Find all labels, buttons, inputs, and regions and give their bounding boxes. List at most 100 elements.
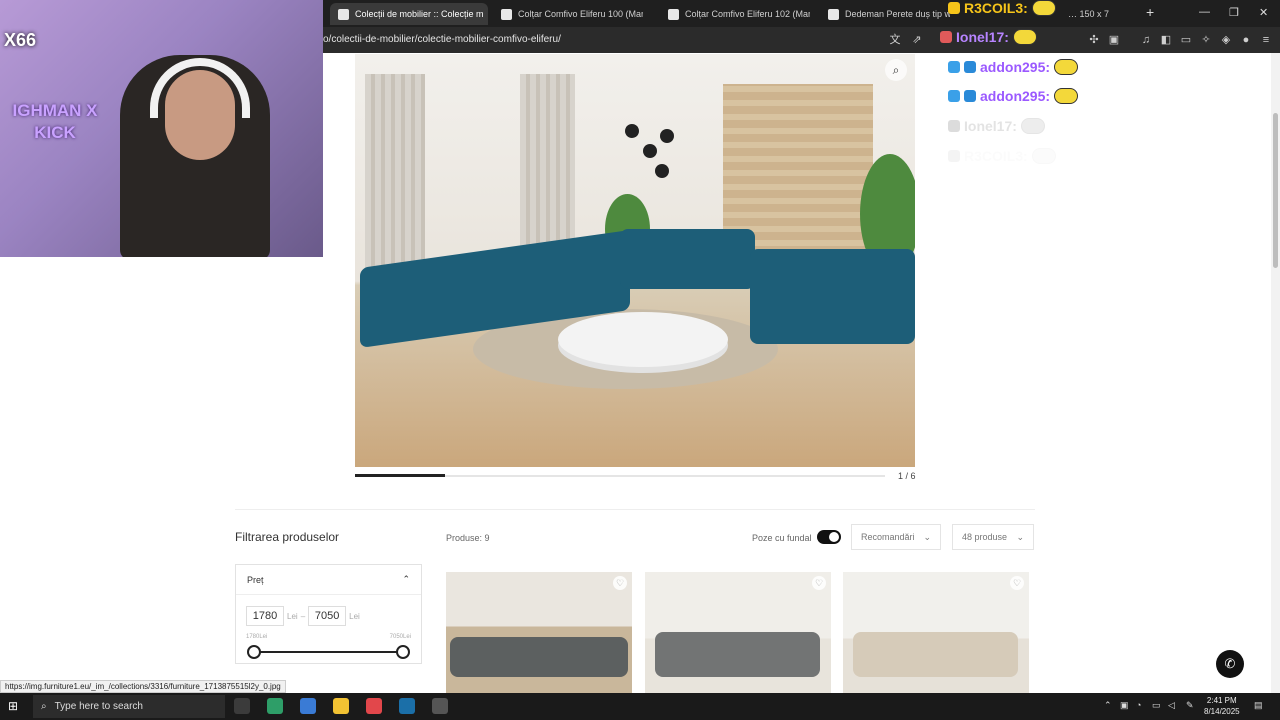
tab-favicon-icon <box>668 8 679 20</box>
pen-icon[interactable]: ✎ <box>1186 700 1194 711</box>
bg-toggle[interactable] <box>817 530 841 544</box>
menu-icon[interactable]: ≡ <box>1259 33 1273 47</box>
currency-label: Lei <box>287 611 298 621</box>
price-min-input[interactable]: 1780 <box>246 606 284 626</box>
clock-time: 2:41 PM <box>1206 696 1237 705</box>
tab-favicon-icon <box>828 8 839 20</box>
tab-label: … 150 x 7 <box>1068 9 1110 19</box>
sword-badge-icon <box>948 90 960 102</box>
stream-overlay-text: IGHMAN X KICK <box>12 101 98 142</box>
sort-select[interactable]: Recomandări ⌄ <box>851 524 941 550</box>
price-max-input[interactable]: 7050 <box>308 606 347 626</box>
profile-icon[interactable]: ● <box>1239 33 1253 47</box>
windows-start-icon[interactable]: ⊞ <box>8 699 22 713</box>
chat-message: Ionel17: <box>948 118 1045 134</box>
chevron-down-icon: ⌄ <box>1016 531 1024 542</box>
product-card[interactable]: ♡ <box>446 572 632 693</box>
brave-browser-icon[interactable] <box>366 698 382 714</box>
notifications-icon[interactable]: ▤ <box>1254 700 1263 711</box>
webcam-overlay: X66 IGHMAN X KICK <box>0 0 323 257</box>
sofa-thumb <box>853 632 1018 677</box>
price-slider-track[interactable] <box>254 651 404 653</box>
per-page-select[interactable]: 48 produse ⌄ <box>952 524 1034 550</box>
chat-username: Ionel17: <box>964 118 1017 134</box>
chat-username: R3COIL3: <box>964 0 1028 16</box>
chat-message: R3COIL3: <box>948 0 1056 16</box>
pendant-lamp <box>660 129 674 143</box>
currency-label: Lei <box>349 611 360 621</box>
status-bar-url: https://img.furniture1.eu/_im_/collectio… <box>0 680 286 693</box>
heart-icon[interactable]: ♡ <box>812 576 826 590</box>
network-icon[interactable]: ◔ <box>1136 700 1141 710</box>
emote-icon <box>1054 88 1079 104</box>
minimize-icon[interactable]: — <box>1199 6 1210 18</box>
chat-username: addon295: <box>980 59 1051 75</box>
url-field[interactable]: o/colectii-de-mobilier/colectie-mobilier… <box>323 34 561 45</box>
volume-icon[interactable]: ◁ <box>1168 700 1175 711</box>
tab-active[interactable]: Colecții de mobilier :: Colecție m ✕ <box>330 3 488 25</box>
music-icon[interactable]: ♫ <box>1139 33 1153 47</box>
chat-message: R3COIL3: <box>948 148 1056 164</box>
tab-4[interactable]: Dedeman Perete duș tip walk- <box>820 3 950 25</box>
vpn-icon[interactable]: ◈ <box>1219 33 1233 47</box>
badge-icon <box>948 150 960 162</box>
phone-chat-icon[interactable]: ✆ <box>1216 650 1244 678</box>
tab-label: Colecții de mobilier :: Colecție m <box>355 9 484 19</box>
filters-title: Filtrarea produselor <box>235 530 340 544</box>
screenshot-icon[interactable]: ▣ <box>1107 33 1121 47</box>
chevron-up-icon[interactable]: ⌃ <box>402 574 410 585</box>
steam-icon[interactable] <box>399 698 415 714</box>
price-slider-max-handle[interactable] <box>396 645 410 659</box>
taskbar-search[interactable]: ⌕ Type here to search <box>33 695 225 718</box>
tab-5[interactable]: … 150 x 7 <box>1060 3 1140 25</box>
tab-label: Colțar Comfivo Eliferu 100 (Manila 1 <box>518 9 643 19</box>
pendant-lamp <box>625 124 639 138</box>
task-view-icon[interactable] <box>234 698 250 714</box>
chat-username: addon295: <box>980 88 1051 104</box>
slider-min-label: 1780Lei <box>246 634 268 640</box>
tab-2[interactable]: Colțar Comfivo Eliferu 100 (Manila 1 <box>493 3 643 25</box>
close-window-icon[interactable]: ✕ <box>1259 6 1268 19</box>
page-scrollbar[interactable] <box>1271 53 1280 693</box>
tray-app-icon[interactable]: ▣ <box>1120 700 1129 711</box>
stream-logo: X66 <box>4 30 37 50</box>
zoom-icon[interactable]: ⌕ <box>885 59 907 81</box>
badge-icon <box>940 31 952 43</box>
app-icon[interactable] <box>267 698 283 714</box>
heart-icon[interactable]: ♡ <box>613 576 627 590</box>
wallet-icon[interactable]: ▭ <box>1179 33 1193 47</box>
file-explorer-icon[interactable] <box>333 698 349 714</box>
collection-hero-image[interactable]: ⌕ <box>355 54 915 467</box>
battery-icon[interactable]: ▭ <box>1152 700 1161 711</box>
price-inputs: 1780 Lei – 7050 Lei <box>246 606 360 626</box>
translate-icon[interactable]: 文 <box>888 33 902 47</box>
gallery-progress <box>355 474 885 477</box>
emote-icon <box>1031 148 1056 164</box>
tab-3[interactable]: Colțar Comfivo Eliferu 102 (Manila 1 <box>660 3 810 25</box>
per-page-value: 48 produse <box>962 532 1008 542</box>
settings-icon[interactable]: ✧ <box>1199 33 1213 47</box>
pendant-lamp <box>643 144 657 158</box>
taskbar-clock[interactable]: 2:41 PM 8/14/2025 <box>1204 695 1240 717</box>
extensions-icon[interactable]: ✣ <box>1087 33 1101 47</box>
product-count: Produse: 9 <box>446 533 490 543</box>
sort-value: Recomandări <box>861 532 915 542</box>
heart-icon[interactable]: ♡ <box>1010 576 1024 590</box>
tray-chevron-icon[interactable]: ⌃ <box>1104 700 1112 711</box>
new-tab-button[interactable]: + <box>1146 4 1154 20</box>
app-icon[interactable] <box>300 698 316 714</box>
price-filter-header[interactable]: Preț ⌃ <box>236 565 421 595</box>
price-slider-min-handle[interactable] <box>247 645 261 659</box>
windows-taskbar: ⊞ ⌕ Type here to search ⌃ ▣ ◔ ▭ ◁ ✎ 2:41… <box>0 693 1280 720</box>
restore-icon[interactable]: ❐ <box>1229 6 1239 19</box>
badge-icon <box>948 120 960 132</box>
sword-badge-icon <box>948 61 960 73</box>
product-card[interactable]: ♡ <box>843 572 1029 693</box>
scrollbar-thumb[interactable] <box>1273 113 1278 268</box>
product-card[interactable]: ♡ <box>645 572 831 693</box>
divider <box>235 509 1035 510</box>
sidebar-icon[interactable]: ◧ <box>1159 33 1173 47</box>
gallery-progress-fill <box>355 474 446 477</box>
app-icon[interactable] <box>432 698 448 714</box>
share-icon[interactable]: ⇗ <box>910 33 924 47</box>
